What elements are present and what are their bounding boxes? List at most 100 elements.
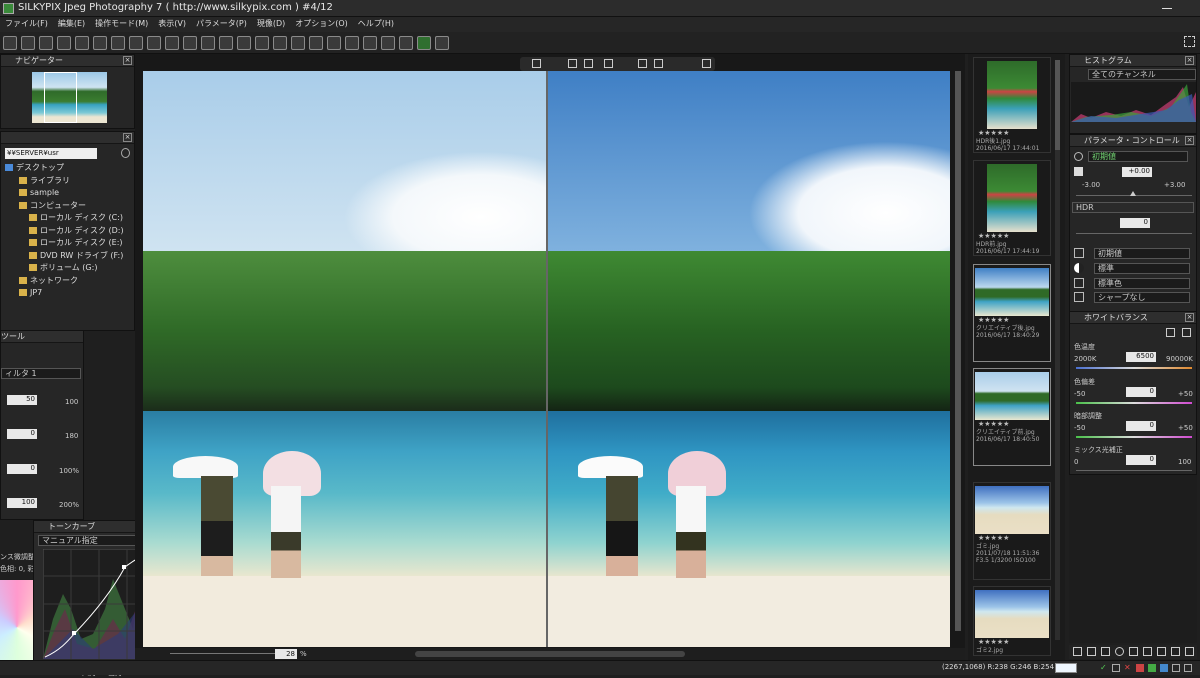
- folder-tree-item[interactable]: ネットワーク: [5, 275, 125, 288]
- thumbnail-card[interactable]: ★★★★★ ゴミ2.jpg: [973, 586, 1051, 656]
- panel-toggle-icon[interactable]: [1073, 647, 1082, 656]
- gray-dropper-icon[interactable]: [219, 36, 233, 50]
- paste-param-icon[interactable]: [165, 36, 179, 50]
- folder-tree-item[interactable]: DVD RW ドライブ (F:): [5, 250, 125, 263]
- temp-slider[interactable]: [1076, 367, 1192, 369]
- taste-preset-select[interactable]: 初期値: [1088, 151, 1188, 162]
- contrast-select[interactable]: 標準: [1094, 263, 1190, 274]
- settings-icon[interactable]: [1184, 664, 1192, 672]
- filmstrip-view-icon[interactable]: [75, 36, 89, 50]
- red-label-icon[interactable]: [1136, 664, 1144, 672]
- dark-input[interactable]: 0: [1126, 421, 1156, 431]
- color-panel-icon[interactable]: [1115, 647, 1124, 656]
- rating-stars[interactable]: ★★★★★: [974, 638, 1050, 647]
- thumbnail-card[interactable]: ★★★★★ クリエイティブ後.jpg 2016/06/17 18:40:29: [973, 264, 1051, 362]
- copy-icon[interactable]: [638, 59, 647, 68]
- tool-value-1[interactable]: 50: [7, 395, 37, 405]
- thumbnail-image[interactable]: [975, 590, 1049, 638]
- wb-gray-dropper-icon[interactable]: [1182, 328, 1191, 337]
- fullscreen-icon[interactable]: [1184, 36, 1195, 47]
- zoom-slider[interactable]: [170, 653, 290, 654]
- thumbnail-image[interactable]: [987, 164, 1037, 232]
- green-label-icon[interactable]: [1148, 664, 1156, 672]
- fit-right-icon[interactable]: [584, 59, 593, 68]
- blue-label-icon[interactable]: [1160, 664, 1168, 672]
- tool-value-4[interactable]: 100: [7, 498, 37, 508]
- tool-value-3[interactable]: 0: [7, 464, 37, 474]
- thumbnail-image[interactable]: [975, 486, 1049, 534]
- gear-icon[interactable]: [1074, 152, 1083, 161]
- menu-mode[interactable]: 操作モード(M): [90, 17, 153, 30]
- hsl-panel-icon[interactable]: [1185, 647, 1194, 656]
- menu-option[interactable]: オプション(O): [290, 17, 353, 30]
- close-icon[interactable]: ×: [1185, 136, 1194, 145]
- sharp-panel-icon[interactable]: [1129, 647, 1138, 656]
- folder-tree-item[interactable]: ローカル ディスク (E:): [5, 237, 125, 250]
- tone-select[interactable]: 初期値: [1094, 248, 1190, 259]
- tool-value-2[interactable]: 0: [7, 429, 37, 439]
- mix-input[interactable]: 0: [1126, 455, 1156, 465]
- delete-mark-icon[interactable]: [381, 36, 395, 50]
- mark-icon[interactable]: [1112, 664, 1120, 672]
- navigator-preview[interactable]: [32, 72, 107, 123]
- close-icon[interactable]: ×: [1185, 56, 1194, 65]
- refresh-icon[interactable]: [121, 148, 130, 158]
- redo-icon[interactable]: [39, 36, 53, 50]
- grid-icon[interactable]: [604, 59, 613, 68]
- tone-panel-icon[interactable]: [1101, 647, 1110, 656]
- rating-stars[interactable]: ★★★★★: [974, 420, 1050, 429]
- filter-select[interactable]: ィルタ 1: [1, 368, 81, 379]
- tone-preset-select[interactable]: マニュアル指定: [38, 535, 150, 546]
- undo-develop-icon[interactable]: [1172, 664, 1180, 672]
- color-select[interactable]: 標準色: [1094, 278, 1190, 289]
- rotate-left-icon[interactable]: [309, 36, 323, 50]
- thumbnail-card[interactable]: ★★★★★ ゴミ.jpg 2011/07/18 11:51:36 F3.5 1/320…: [973, 482, 1051, 580]
- menu-develop[interactable]: 現像(D): [252, 17, 290, 30]
- menu-parameter[interactable]: パラメータ(P): [191, 17, 252, 30]
- rating-stars[interactable]: ★★★★★: [974, 232, 1050, 241]
- folder-tree-item[interactable]: ボリューム (G:): [5, 262, 125, 275]
- menu-help[interactable]: ヘルプ(H): [353, 17, 399, 30]
- brush-tool-icon[interactable]: [3, 36, 17, 50]
- lens-panel-icon[interactable]: [1157, 647, 1166, 656]
- noise-panel-icon[interactable]: [1143, 647, 1152, 656]
- folder-tree-item[interactable]: ローカル ディスク (D:): [5, 225, 125, 238]
- warning-icon[interactable]: [129, 36, 143, 50]
- tag-icon[interactable]: [363, 36, 377, 50]
- undo-icon[interactable]: [21, 36, 35, 50]
- rotate-right-icon[interactable]: [327, 36, 341, 50]
- folder-tree-item[interactable]: ライブラリ: [5, 175, 125, 188]
- thumbnail-image[interactable]: [975, 372, 1049, 420]
- hdr-select[interactable]: HDR: [1072, 202, 1194, 213]
- crop-icon[interactable]: [291, 36, 305, 50]
- folder-tree-item[interactable]: sample: [5, 187, 125, 200]
- menu-view[interactable]: 表示(V): [153, 17, 191, 30]
- dark-slider[interactable]: [1076, 436, 1192, 438]
- mix-slider[interactable]: [1076, 470, 1192, 471]
- thumbnail-card[interactable]: ★★★★★ HDR後1.jpg 2016/06/17 17:44:01: [973, 57, 1051, 153]
- check-icon[interactable]: [345, 36, 359, 50]
- sharpness-select[interactable]: シャープなし: [1094, 292, 1190, 303]
- ok-mark-icon[interactable]: ✓: [1100, 664, 1108, 672]
- rating-stars[interactable]: ★★★★★: [974, 129, 1050, 138]
- zoom-input[interactable]: 28: [275, 649, 297, 659]
- thumbnail-card[interactable]: ★★★★★ HDR前.jpg 2016/06/17 17:44:19: [973, 160, 1051, 256]
- compare-view-icon[interactable]: [111, 36, 125, 50]
- folder-tree-item[interactable]: コンピューター: [5, 200, 125, 213]
- hdr-input[interactable]: 0: [1120, 218, 1150, 228]
- viewer-v-scrollbar[interactable]: [955, 71, 961, 631]
- copy-param-icon[interactable]: [147, 36, 161, 50]
- hdr-slider[interactable]: [1076, 233, 1192, 234]
- temp-input[interactable]: 6500: [1126, 352, 1156, 362]
- dropper-icon[interactable]: [201, 36, 215, 50]
- exposure-input[interactable]: +0.00: [1122, 167, 1152, 177]
- thumbnail-image[interactable]: [975, 268, 1049, 316]
- menu-edit[interactable]: 編集(E): [53, 17, 90, 30]
- spot-icon[interactable]: [273, 36, 287, 50]
- zoom-icon[interactable]: [183, 36, 197, 50]
- line-icon[interactable]: [255, 36, 269, 50]
- delete-icon[interactable]: ✕: [1124, 664, 1132, 672]
- folder-tree-item[interactable]: デスクトップ: [5, 162, 125, 175]
- pen-icon[interactable]: [237, 36, 251, 50]
- menu-file[interactable]: ファイル(F): [0, 17, 53, 30]
